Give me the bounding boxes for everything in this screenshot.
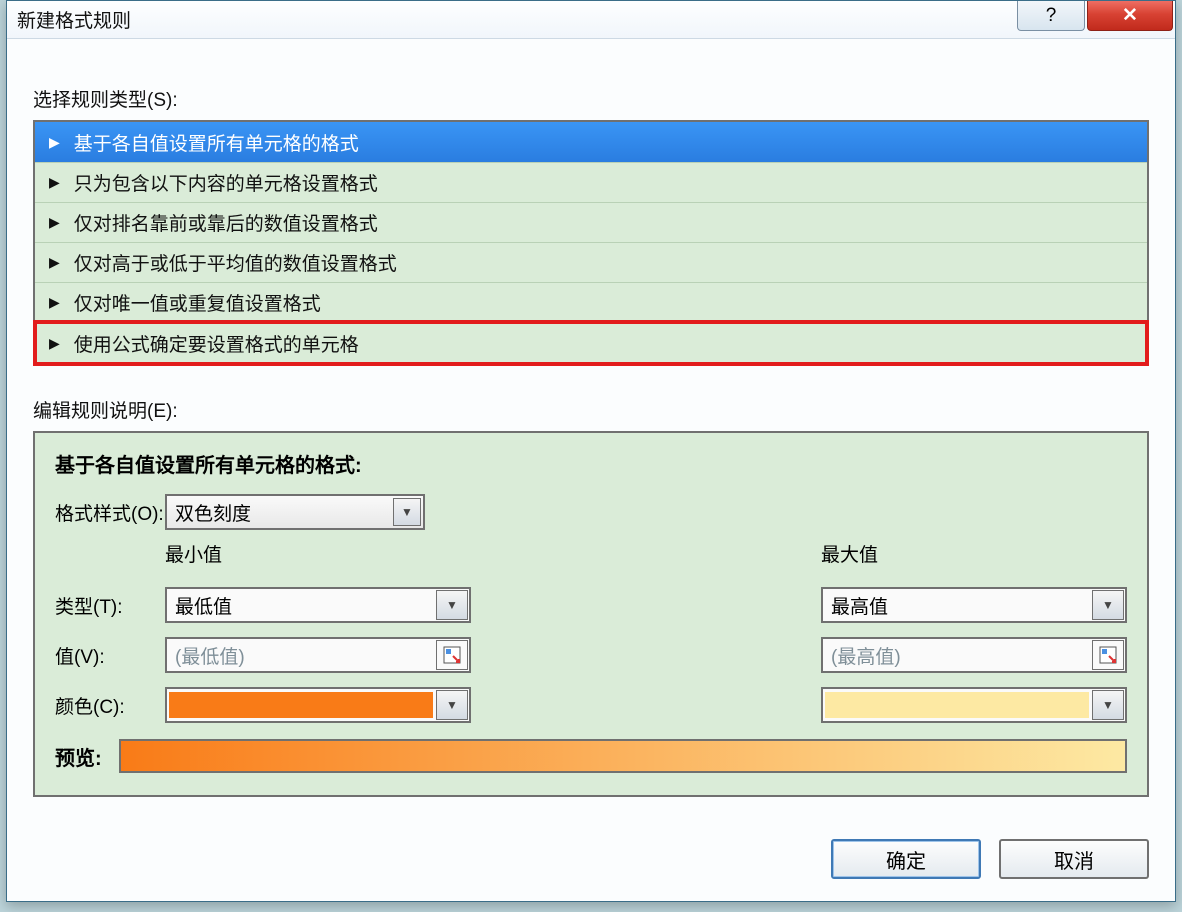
select-rule-type-label: 选择规则类型(S):: [33, 85, 1149, 112]
rule-item-top-bottom[interactable]: ▶ 仅对排名靠前或靠后的数值设置格式: [35, 202, 1147, 242]
close-button[interactable]: ✕: [1087, 1, 1173, 31]
rule-item-label: 仅对排名靠前或靠后的数值设置格式: [74, 209, 378, 236]
play-icon: ▶: [49, 294, 60, 311]
preview-label: 预览:: [55, 742, 119, 771]
format-style-value: 双色刻度: [175, 499, 251, 526]
max-value-input[interactable]: (最高值): [821, 637, 1127, 673]
min-value-input[interactable]: (最低值): [165, 637, 471, 673]
rule-item-above-below-avg[interactable]: ▶ 仅对高于或低于平均值的数值设置格式: [35, 242, 1147, 282]
range-select-icon[interactable]: [436, 640, 468, 670]
min-color-dropdown[interactable]: [165, 687, 471, 723]
min-color-swatch: [169, 692, 433, 718]
play-icon: ▶: [49, 335, 60, 352]
rule-item-label: 使用公式确定要设置格式的单元格: [74, 330, 359, 357]
close-icon: ✕: [1122, 4, 1138, 27]
rule-item-label: 只为包含以下内容的单元格设置格式: [74, 169, 378, 196]
range-select-icon[interactable]: [1092, 640, 1124, 670]
play-icon: ▶: [49, 134, 60, 151]
play-icon: ▶: [49, 254, 60, 271]
rule-item-label: 仅对唯一值或重复值设置格式: [74, 289, 321, 316]
rule-type-list: ▶ 基于各自值设置所有单元格的格式 ▶ 只为包含以下内容的单元格设置格式 ▶ 仅…: [33, 120, 1149, 366]
chevron-down-icon: [436, 690, 468, 720]
min-header: 最小值: [165, 540, 471, 567]
format-style-dropdown[interactable]: 双色刻度: [165, 494, 425, 530]
ok-button[interactable]: 确定: [831, 839, 981, 879]
help-icon: ?: [1046, 5, 1057, 27]
ok-button-label: 确定: [886, 845, 926, 874]
max-type-dropdown[interactable]: 最高值: [821, 587, 1127, 623]
min-type-dropdown[interactable]: 最低值: [165, 587, 471, 623]
min-type-value: 最低值: [167, 592, 435, 619]
play-icon: ▶: [49, 214, 60, 231]
cancel-button[interactable]: 取消: [999, 839, 1149, 879]
rule-edit-panel: 基于各自值设置所有单元格的格式: 格式样式(O): 双色刻度 最小值 最大值: [33, 431, 1149, 797]
chevron-down-icon: [1092, 590, 1124, 620]
rule-item-label: 基于各自值设置所有单元格的格式: [74, 129, 359, 156]
window-title: 新建格式规则: [17, 6, 131, 33]
max-color-swatch: [825, 692, 1089, 718]
play-icon: ▶: [49, 174, 60, 191]
format-style-label: 格式样式(O):: [55, 499, 165, 526]
new-format-rule-dialog: 新建格式规则 ? ✕ 选择规则类型(S): ▶ 基于各自值设置所有单元格的格式 …: [6, 0, 1176, 902]
color-label: 颜色(C):: [55, 692, 165, 719]
max-color-dropdown[interactable]: [821, 687, 1127, 723]
edit-rule-description-label: 编辑规则说明(E):: [33, 396, 1149, 423]
panel-title: 基于各自值设置所有单元格的格式:: [55, 449, 1127, 478]
rule-item-formula[interactable]: ▶ 使用公式确定要设置格式的单元格: [35, 322, 1147, 364]
rule-item-unique-duplicate[interactable]: ▶ 仅对唯一值或重复值设置格式: [35, 282, 1147, 322]
rule-item-all-values[interactable]: ▶ 基于各自值设置所有单元格的格式: [35, 122, 1147, 162]
max-type-value: 最高值: [823, 592, 1091, 619]
max-value-placeholder: (最高值): [823, 642, 1091, 669]
rule-item-contains[interactable]: ▶ 只为包含以下内容的单元格设置格式: [35, 162, 1147, 202]
min-value-placeholder: (最低值): [167, 642, 435, 669]
preview-gradient: [119, 739, 1127, 773]
chevron-down-icon: [436, 590, 468, 620]
titlebar[interactable]: 新建格式规则 ? ✕: [7, 1, 1175, 39]
rule-item-label: 仅对高于或低于平均值的数值设置格式: [74, 249, 397, 276]
chevron-down-icon: [393, 498, 421, 526]
chevron-down-icon: [1092, 690, 1124, 720]
help-button[interactable]: ?: [1017, 1, 1085, 31]
cancel-button-label: 取消: [1054, 845, 1094, 874]
max-header: 最大值: [821, 540, 1127, 567]
value-label: 值(V):: [55, 642, 165, 669]
type-label: 类型(T):: [55, 592, 165, 619]
